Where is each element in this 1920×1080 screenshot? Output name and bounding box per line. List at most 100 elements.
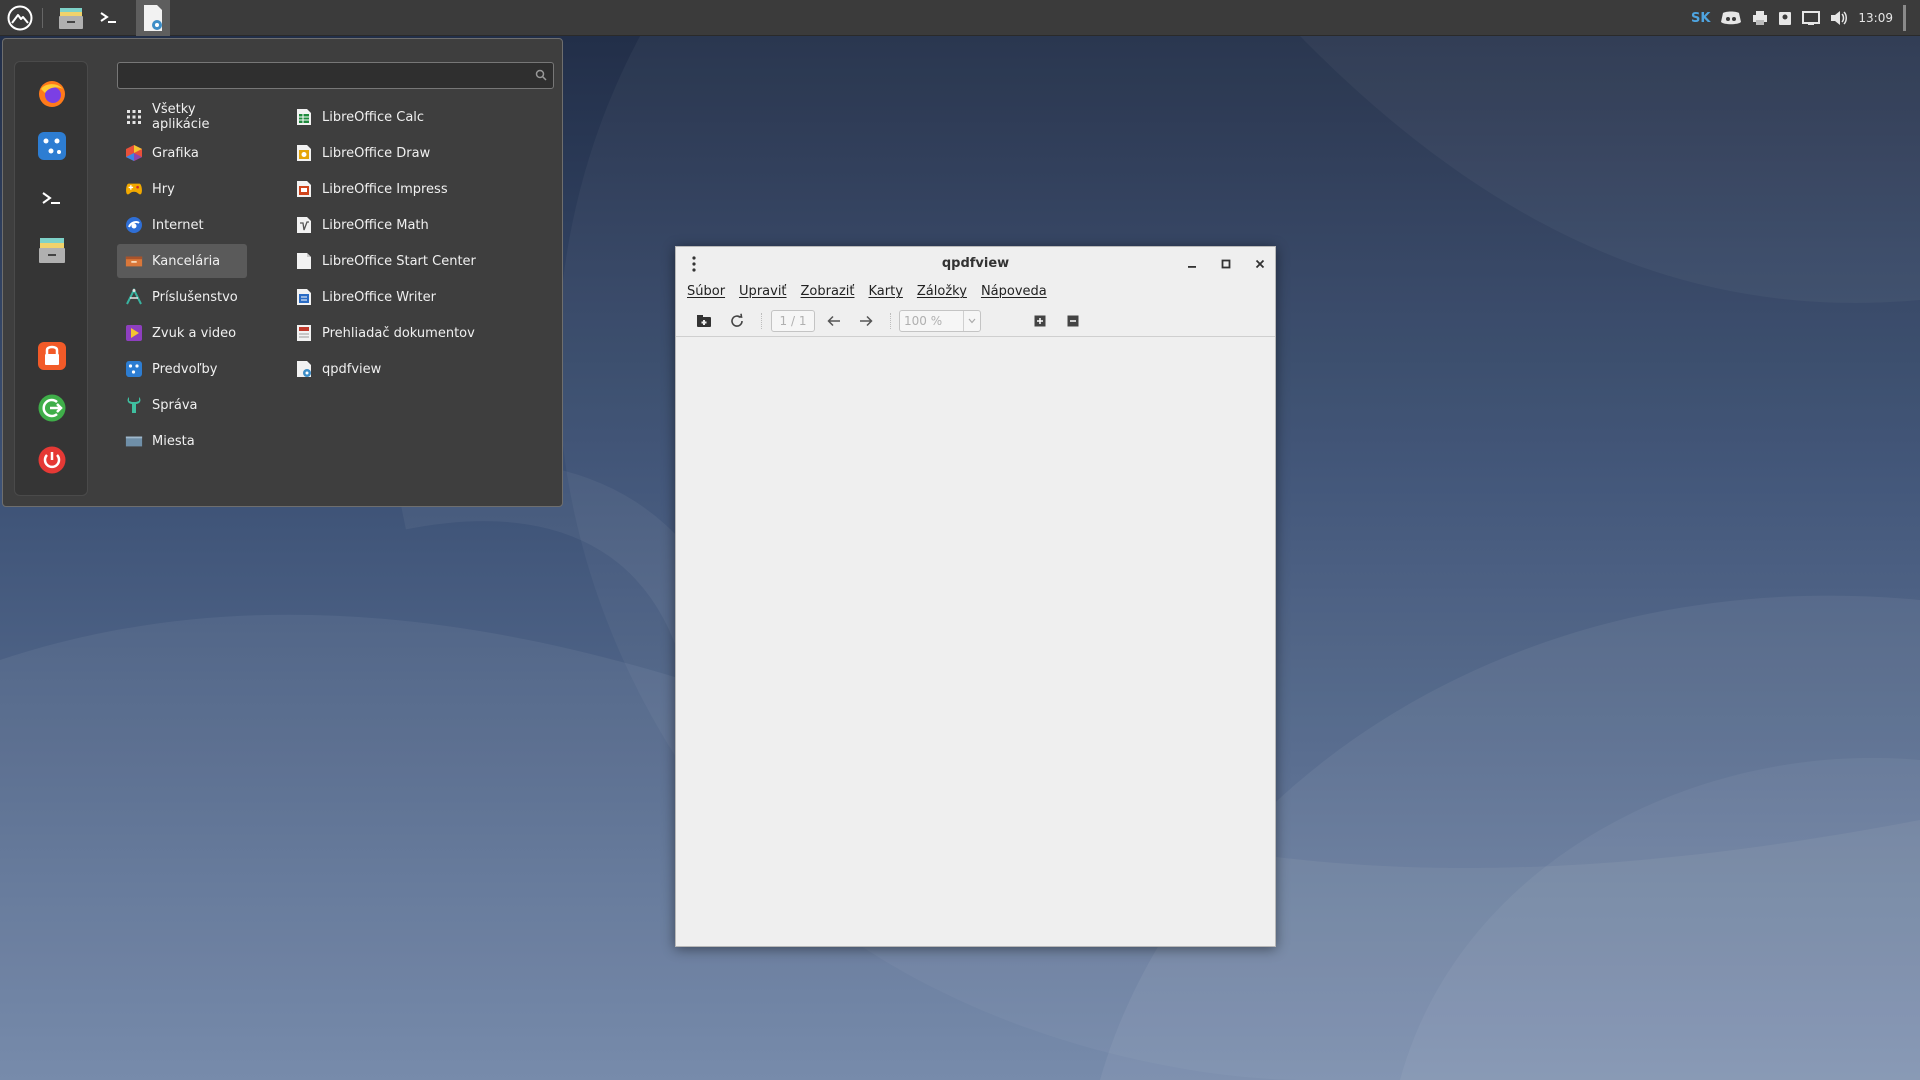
search-icon bbox=[535, 69, 547, 81]
category-label: Grafika bbox=[152, 145, 199, 161]
category-office[interactable]: Kancelária bbox=[117, 244, 247, 278]
arrow-left-icon bbox=[827, 315, 840, 327]
file-manager-icon bbox=[39, 238, 65, 263]
taskbar-qpdfview[interactable] bbox=[136, 0, 170, 36]
favorite-file-manager[interactable] bbox=[34, 232, 70, 268]
category-label: Predvoľby bbox=[152, 361, 218, 377]
show-desktop-handle[interactable] bbox=[1903, 5, 1906, 31]
toolbar-separator bbox=[890, 313, 893, 329]
libreoffice-start-icon bbox=[295, 252, 313, 270]
updates-icon[interactable] bbox=[1778, 10, 1792, 26]
category-graphics[interactable]: Grafika bbox=[117, 136, 247, 170]
settings-icon bbox=[38, 132, 66, 160]
app-libreoffice-draw[interactable]: LibreOffice Draw bbox=[287, 136, 527, 170]
libreoffice-writer-icon bbox=[295, 288, 313, 306]
document-view-area[interactable] bbox=[676, 337, 1275, 946]
multimedia-icon bbox=[125, 324, 143, 342]
discord-icon[interactable] bbox=[1720, 10, 1742, 26]
terminal-launcher[interactable] bbox=[94, 0, 124, 36]
start-menu-button[interactable] bbox=[4, 0, 36, 36]
zoom-value: 100 % bbox=[904, 314, 943, 328]
volume-icon[interactable] bbox=[1830, 10, 1848, 26]
app-label: qpdfview bbox=[322, 361, 382, 377]
window-titlebar[interactable]: qpdfview bbox=[676, 247, 1275, 281]
graphics-icon bbox=[125, 144, 143, 162]
games-icon bbox=[125, 180, 143, 198]
file-manager-launcher[interactable] bbox=[54, 0, 88, 36]
app-document-viewer[interactable]: Prehliadač dokumentov bbox=[287, 316, 527, 350]
app-qpdfview[interactable]: qpdfview bbox=[287, 352, 527, 386]
refresh-icon bbox=[731, 313, 743, 327]
category-places[interactable]: Miesta bbox=[117, 424, 247, 458]
zoom-combobox[interactable]: 100 % bbox=[899, 310, 981, 332]
app-libreoffice-start-center[interactable]: LibreOffice Start Center bbox=[287, 244, 527, 278]
app-libreoffice-calc[interactable]: LibreOffice Calc bbox=[287, 100, 527, 134]
app-libreoffice-writer[interactable]: LibreOffice Writer bbox=[287, 280, 527, 314]
menu-view[interactable]: Zobraziť bbox=[794, 281, 862, 303]
next-page-button[interactable] bbox=[857, 312, 875, 330]
accessories-icon bbox=[125, 288, 143, 306]
category-label: Miesta bbox=[152, 433, 195, 449]
start-menu-icon bbox=[7, 5, 33, 31]
arrow-right-icon bbox=[860, 315, 873, 327]
category-label: Kancelária bbox=[152, 253, 221, 269]
page-number-field[interactable]: 1 / 1 bbox=[771, 310, 815, 332]
menu-edit[interactable]: Upraviť bbox=[732, 281, 793, 303]
printer-icon[interactable] bbox=[1752, 10, 1768, 26]
favorite-firefox[interactable] bbox=[34, 76, 70, 112]
app-label: LibreOffice Calc bbox=[322, 109, 425, 125]
display-icon[interactable] bbox=[1802, 10, 1821, 26]
window-menubar: Súbor Upraviť Zobraziť Karty Záložky Náp… bbox=[676, 281, 1275, 303]
close-button[interactable] bbox=[1251, 255, 1269, 273]
chevron-down-icon[interactable] bbox=[963, 311, 980, 331]
category-accessories[interactable]: Príslušenstvo bbox=[117, 280, 247, 314]
app-label: LibreOffice Impress bbox=[322, 181, 448, 197]
category-label: Zvuk a video bbox=[152, 325, 237, 341]
open-button[interactable] bbox=[695, 312, 713, 330]
logout-button[interactable] bbox=[34, 390, 70, 426]
favorite-terminal[interactable] bbox=[34, 180, 70, 216]
refresh-button[interactable] bbox=[728, 312, 746, 330]
preferences-icon bbox=[125, 360, 143, 378]
terminal-icon bbox=[100, 12, 116, 23]
zoom-in-button[interactable] bbox=[1031, 312, 1049, 330]
office-icon bbox=[125, 252, 143, 270]
panel-separator bbox=[42, 8, 43, 28]
open-folder-icon bbox=[697, 315, 711, 327]
app-label: LibreOffice Draw bbox=[322, 145, 431, 161]
zoom-out-button[interactable] bbox=[1064, 312, 1082, 330]
category-preferences[interactable]: Predvoľby bbox=[117, 352, 247, 386]
menu-search-box[interactable] bbox=[117, 62, 554, 89]
file-manager-icon bbox=[59, 8, 83, 29]
category-internet[interactable]: Internet bbox=[117, 208, 247, 242]
app-label: LibreOffice Start Center bbox=[322, 253, 476, 269]
libreoffice-math-icon bbox=[295, 216, 313, 234]
menu-help[interactable]: Nápoveda bbox=[974, 281, 1054, 303]
system-tray: SK 13:09 bbox=[1691, 0, 1906, 36]
keyboard-layout-indicator[interactable]: SK bbox=[1691, 11, 1710, 26]
category-administration[interactable]: Správa bbox=[117, 388, 247, 422]
menu-tabs[interactable]: Karty bbox=[862, 281, 910, 303]
libreoffice-impress-icon bbox=[295, 180, 313, 198]
minimize-button[interactable] bbox=[1183, 255, 1201, 273]
libreoffice-calc-icon bbox=[295, 108, 313, 126]
category-multimedia[interactable]: Zvuk a video bbox=[117, 316, 247, 350]
category-label: Príslušenstvo bbox=[152, 289, 238, 305]
lock-screen-button[interactable] bbox=[34, 338, 70, 374]
power-button[interactable] bbox=[34, 442, 70, 478]
menu-bookmarks[interactable]: Záložky bbox=[910, 281, 974, 303]
menu-search-input[interactable] bbox=[122, 65, 526, 87]
previous-page-button[interactable] bbox=[825, 312, 843, 330]
minimize-icon bbox=[1188, 266, 1196, 268]
app-libreoffice-impress[interactable]: LibreOffice Impress bbox=[287, 172, 527, 206]
maximize-button[interactable] bbox=[1217, 255, 1235, 273]
clock[interactable]: 13:09 bbox=[1858, 11, 1893, 25]
zoom-in-icon bbox=[1034, 315, 1046, 327]
app-label: LibreOffice Math bbox=[322, 217, 429, 233]
close-icon bbox=[1255, 259, 1265, 269]
app-libreoffice-math[interactable]: LibreOffice Math bbox=[287, 208, 527, 242]
menu-file[interactable]: Súbor bbox=[680, 281, 732, 303]
category-games[interactable]: Hry bbox=[117, 172, 247, 206]
favorite-settings[interactable] bbox=[34, 128, 70, 164]
category-all-apps[interactable]: Všetky aplikácie bbox=[117, 100, 247, 134]
